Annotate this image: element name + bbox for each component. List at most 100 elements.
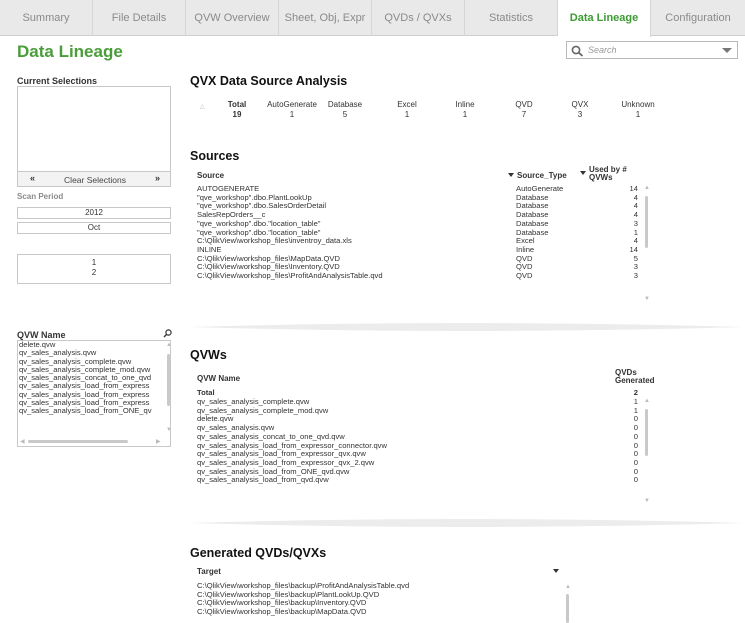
summary-value-qvd: 7 bbox=[521, 110, 527, 119]
vertical-scrollbar[interactable] bbox=[566, 594, 569, 623]
section-divider bbox=[190, 323, 745, 331]
scroll-down-icon[interactable]: ▼ bbox=[644, 296, 650, 302]
forward-arrow-icon[interactable]: » bbox=[155, 173, 160, 183]
tab-statistics[interactable]: Statistics bbox=[465, 0, 558, 36]
tab-bar: Summary File Details QVW Overview Sheet,… bbox=[0, 0, 745, 37]
used-by-cell: 3 bbox=[633, 262, 638, 272]
qvds-generated-cell: 0 bbox=[633, 475, 638, 485]
source-type-header-label: Source_Type bbox=[517, 171, 567, 180]
list-item[interactable]: qv_sales_analysis_load_from_ONE_qv bbox=[18, 407, 165, 415]
scroll-up-icon[interactable]: ▲ bbox=[644, 185, 650, 191]
qvds-generated-cell: 0 bbox=[633, 457, 638, 467]
qvw-name-listbox[interactable]: delete.qvw qv_sales_analysis.qvw qv_sale… bbox=[17, 340, 171, 447]
scroll-right-icon[interactable]: ▶ bbox=[156, 438, 161, 445]
generated-title: Generated QVDs/QVXs bbox=[190, 546, 327, 560]
sort-down-icon[interactable] bbox=[553, 569, 559, 573]
chevron-down-icon[interactable] bbox=[722, 48, 732, 53]
search-placeholder: Search bbox=[588, 45, 617, 55]
day-listbox[interactable]: 1 2 bbox=[17, 254, 171, 284]
used-by-header-label: Used by # QVWs bbox=[589, 165, 627, 182]
list-item[interactable]: qv_sales_analysis_concat_to_one_qvd bbox=[18, 374, 165, 382]
scan-period-label: Scan Period bbox=[17, 192, 64, 201]
qvds-generated-cell: 0 bbox=[633, 440, 638, 450]
target-column-header[interactable]: Target bbox=[197, 567, 221, 576]
magnifier-icon bbox=[571, 45, 584, 57]
clear-selections-bar: « Clear Selections » bbox=[17, 172, 171, 187]
qvds-generated-cell: 0 bbox=[633, 431, 638, 441]
list-item[interactable]: delete.qvw bbox=[18, 341, 165, 349]
page-title: Data Lineage bbox=[17, 42, 123, 61]
summary-header-autogenerate: AutoGenerate bbox=[267, 100, 317, 109]
qvds-generated-cell: 1 bbox=[633, 397, 638, 406]
vertical-scrollbar[interactable] bbox=[645, 196, 648, 248]
tab-qvw-overview[interactable]: QVW Overview bbox=[186, 0, 279, 36]
scroll-left-icon[interactable]: ◀ bbox=[20, 438, 25, 445]
target-cell: C:\QlikView\workshop_files\backup\MapDat… bbox=[197, 607, 367, 617]
list-item[interactable]: qv_sales_analysis.qvw bbox=[18, 349, 165, 357]
vertical-scrollbar[interactable] bbox=[645, 409, 648, 456]
used-by-cell: 1 bbox=[633, 227, 638, 237]
used-by-cell: 14 bbox=[629, 244, 638, 254]
summary-value-excel: 1 bbox=[404, 110, 410, 119]
used-by-cell: 4 bbox=[633, 192, 638, 202]
month-item[interactable]: Oct bbox=[18, 223, 170, 233]
list-item[interactable]: qv_sales_analysis_load_from_express bbox=[18, 399, 165, 407]
qvw-name-column-header[interactable]: QVW Name bbox=[197, 374, 240, 383]
tab-summary[interactable]: Summary bbox=[0, 0, 93, 36]
tab-qvds-qvxs[interactable]: QVDs / QVXs bbox=[372, 0, 465, 36]
summary-value-unknown: 1 bbox=[635, 110, 641, 119]
day-item[interactable]: 2 bbox=[18, 268, 170, 278]
used-by-cell: 4 bbox=[633, 201, 638, 211]
sort-down-icon[interactable] bbox=[508, 173, 514, 177]
list-item[interactable]: qv_sales_analysis_complete_mod.qvw bbox=[18, 366, 165, 374]
day-item[interactable]: 1 bbox=[18, 258, 170, 268]
qvw-name-label: QVW Name bbox=[17, 330, 66, 340]
qvds-generated-column-header[interactable]: QVDs Generated bbox=[615, 369, 665, 385]
tab-sheet-obj-expr[interactable]: Sheet, Obj, Expr bbox=[279, 0, 372, 36]
clear-selections-button[interactable]: Clear Selections bbox=[18, 175, 172, 185]
horizontal-scrollbar[interactable] bbox=[28, 440, 128, 443]
tab-configuration[interactable]: Configuration bbox=[651, 0, 745, 36]
qvws-title: QVWs bbox=[190, 348, 227, 362]
scroll-up-icon[interactable]: ▲ bbox=[166, 342, 170, 348]
used-by-cell: 14 bbox=[629, 184, 638, 193]
used-by-cell: 3 bbox=[633, 271, 638, 280]
vertical-scrollbar[interactable] bbox=[167, 354, 170, 406]
summary-value-inline: 1 bbox=[462, 110, 468, 119]
search-icon[interactable] bbox=[163, 329, 172, 338]
summary-header-database: Database bbox=[327, 100, 363, 109]
qvds-generated-cell: 0 bbox=[633, 449, 638, 459]
summary-header-qvx: QVX bbox=[571, 100, 589, 109]
qvx-analysis-title: QVX Data Source Analysis bbox=[190, 74, 348, 88]
tab-file-details[interactable]: File Details bbox=[93, 0, 186, 36]
used-by-cell: 4 bbox=[633, 210, 638, 220]
current-selections-box bbox=[17, 86, 171, 172]
year-item[interactable]: 2012 bbox=[18, 208, 170, 218]
qvw-name-cell: qv_sales_analysis_load_from_qvd.qvw bbox=[197, 475, 329, 485]
list-item[interactable]: qv_sales_analysis_load_from_express bbox=[18, 391, 165, 399]
source-column-header[interactable]: Source bbox=[197, 171, 224, 180]
summary-header-inline: Inline bbox=[455, 100, 475, 109]
summary-header-total: Total bbox=[227, 100, 247, 109]
list-item[interactable]: qv_sales_analysis_complete.qvw bbox=[18, 358, 165, 366]
summary-header-excel: Excel bbox=[397, 100, 417, 109]
month-listbox[interactable]: Oct bbox=[17, 222, 171, 234]
scroll-down-icon[interactable]: ▼ bbox=[166, 427, 170, 433]
list-item[interactable]: qv_sales_analysis_load_from_express bbox=[18, 382, 165, 390]
year-listbox[interactable]: 2012 bbox=[17, 207, 171, 219]
source-type-cell: QVD bbox=[516, 271, 533, 280]
sort-down-icon[interactable] bbox=[580, 171, 586, 175]
scroll-up-icon[interactable]: ▲ bbox=[644, 398, 650, 404]
summary-value-database: 5 bbox=[342, 110, 348, 119]
used-by-cell: 5 bbox=[633, 253, 638, 263]
sort-up-icon[interactable]: △ bbox=[200, 103, 205, 110]
scroll-up-icon[interactable]: ▲ bbox=[565, 584, 571, 590]
qvds-generated-cell: 0 bbox=[633, 423, 638, 433]
qvws-total-value: 2 bbox=[633, 388, 638, 397]
search-box[interactable]: Search bbox=[566, 41, 738, 59]
source-type-column-header[interactable]: Source_Type bbox=[508, 171, 567, 180]
scroll-down-icon[interactable]: ▼ bbox=[644, 498, 650, 504]
sources-title: Sources bbox=[190, 149, 240, 163]
source-cell: C:\QlikView\workshop_files\ProfitAndAnal… bbox=[197, 271, 383, 280]
tab-data-lineage[interactable]: Data Lineage bbox=[558, 0, 651, 37]
